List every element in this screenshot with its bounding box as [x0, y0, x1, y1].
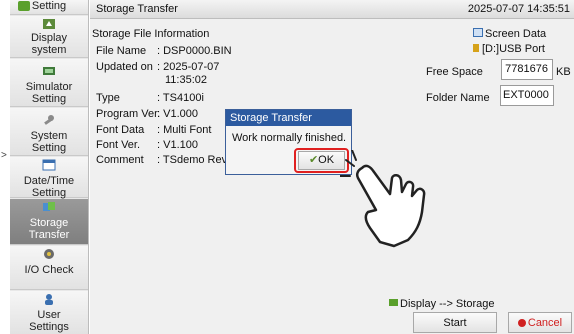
hand-pointer-icon	[340, 150, 426, 248]
folder-name-field[interactable]: EXT0000	[500, 85, 554, 106]
cancel-button[interactable]: Cancel	[508, 312, 572, 333]
folder-name-value: EXT0000	[503, 89, 549, 101]
dialog-title: Storage Transfer	[226, 110, 351, 126]
info-value: : TSdemo Rev1	[157, 154, 234, 166]
screen-data-label: Screen Data	[485, 28, 547, 40]
cancel-button-label: Cancel	[527, 317, 563, 329]
sidebar-item-user-settings[interactable]: User Settings	[10, 291, 88, 334]
cancel-icon	[517, 319, 526, 327]
screen-data-icon	[473, 28, 483, 37]
info-value-time: 11:35:02	[165, 74, 208, 86]
sidebar-item-setting[interactable]: Setting	[10, 0, 88, 15]
user-icon	[45, 294, 53, 305]
sidebar-item-display-menu[interactable]: Display system menu	[10, 16, 88, 68]
ok-button[interactable]: ✔OK	[298, 151, 345, 170]
sidebar-item-label: System Setting	[30, 130, 68, 154]
info-label: Program Ver.	[96, 108, 161, 120]
datetime: 2025-07-07 14:35:51	[467, 3, 570, 15]
info-value: : 2025-07-07	[157, 61, 220, 73]
io-check-icon	[44, 249, 54, 259]
sidebar-item-io-check[interactable]: I/O Check	[10, 246, 88, 290]
sidebar-item-label: Date/Time Setting	[23, 175, 75, 199]
info-label: Font Ver.	[96, 139, 141, 151]
free-space-field: 7781676	[501, 59, 553, 80]
title-bar: Storage Transfer 2025-07-07 14:35:51	[90, 0, 574, 19]
sidebar: Setting Display system menu Simulator Se…	[10, 0, 89, 334]
free-space-unit: KB	[556, 66, 571, 78]
sidebar-item-storage-transfer[interactable]: Storage Transfer	[10, 199, 88, 245]
info-value: : TS4100i	[157, 92, 204, 104]
free-space-label: Free Space	[426, 66, 483, 78]
sidebar-item-simulator[interactable]: Simulator Setting	[10, 59, 88, 107]
usb-icon	[473, 44, 479, 52]
check-icon: ✔	[308, 154, 319, 166]
info-value: : DSP0000.BIN	[157, 45, 232, 57]
sidebar-item-label: I/O Check	[24, 264, 74, 276]
sidebar-item-label: User Settings	[29, 309, 69, 333]
sidebar-item-label: Simulator Setting	[25, 81, 73, 105]
completion-dialog: Storage Transfer Work normally finished.…	[225, 109, 352, 175]
info-label: Updated on	[96, 61, 153, 73]
direction-icon	[389, 299, 398, 306]
display-menu-icon	[43, 19, 55, 29]
start-button-label: Start	[443, 317, 467, 329]
sidebar-item-system[interactable]: System Setting	[10, 108, 88, 156]
ok-button-label: OK	[318, 154, 335, 166]
info-label: Font Data	[96, 124, 145, 136]
folder-name-label: Folder Name	[426, 92, 490, 104]
main-content: Storage File Information File Name : DSP…	[90, 19, 574, 334]
start-button[interactable]: Start	[413, 312, 497, 333]
info-label: Type	[96, 92, 120, 104]
wrench-icon	[44, 115, 54, 125]
usb-port-label: [D:]USB Port	[482, 43, 545, 55]
section-title: Storage File Information	[92, 28, 210, 40]
setting-icon	[18, 1, 30, 11]
sidebar-item-label: Storage Transfer	[28, 217, 70, 241]
calendar-icon	[42, 159, 56, 171]
storage-transfer-icon	[43, 202, 55, 211]
page-title: Storage Transfer	[96, 3, 178, 15]
simulator-icon	[43, 67, 55, 75]
dialog-message: Work normally finished.	[232, 132, 347, 144]
info-label: Comment	[96, 154, 144, 166]
info-value: : V1.100	[157, 139, 198, 151]
left-marker: >	[1, 150, 7, 161]
transfer-direction: Display --> Storage	[400, 298, 495, 310]
free-space-value: 7781676	[505, 63, 548, 75]
info-value: : Multi Font	[157, 124, 212, 136]
sidebar-item-datetime[interactable]: Date/Time Setting	[10, 157, 88, 199]
info-value: : V1.000	[157, 108, 198, 120]
info-label: File Name	[96, 45, 147, 57]
